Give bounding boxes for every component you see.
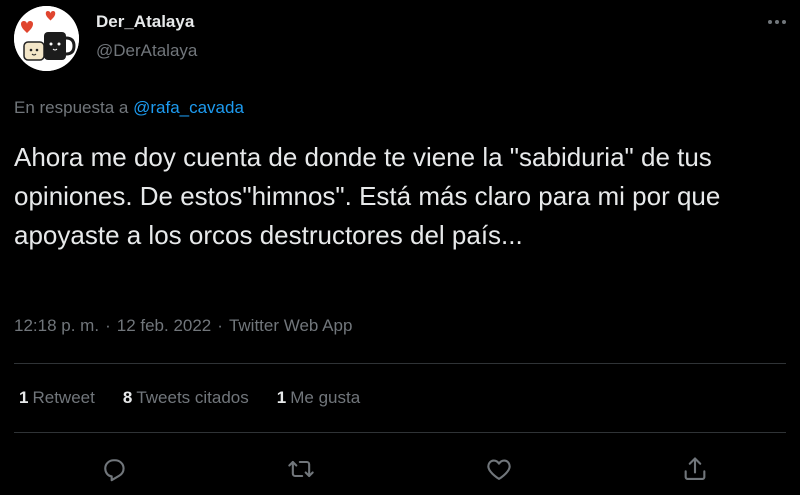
reply-context: En respuesta a @rafa_cavada [14,98,244,118]
retweets-count: 1 [19,388,29,407]
tweet-time[interactable]: 12:18 p. m. [14,316,99,335]
quotes-label: Tweets citados [136,388,249,407]
user-handle[interactable]: @DerAtalaya [96,41,197,61]
action-bar [0,455,800,485]
likes-stat[interactable]: 1 Me gusta [277,388,360,408]
tweet-text: Ahora me doy cuenta de donde te viene la… [14,142,721,250]
tweet-source[interactable]: Twitter Web App [229,316,352,335]
heart-icon [487,459,511,480]
likes-label: Me gusta [290,388,361,407]
more-icon[interactable] [764,12,790,32]
reply-button[interactable] [100,455,128,483]
tweet-card: Der_Atalaya @DerAtalaya En respuesta a @… [0,0,800,495]
retweets-stat[interactable]: 1 Retweet [19,388,95,408]
meta-separator: · [217,316,223,335]
like-button[interactable] [485,455,513,483]
reply-mention-link[interactable]: @rafa_cavada [133,98,244,117]
tweet-date[interactable]: 12 feb. 2022 [117,316,212,335]
reply-icon [104,459,125,482]
tweet-metadata: 12:18 p. m. · 12 feb. 2022 · Twitter Web App [14,316,352,336]
divider [14,363,786,364]
divider [14,432,786,433]
retweet-icon [288,460,314,478]
tweet-stats: 1 Retweet 8 Tweets citados 1 Me gusta [19,388,360,408]
meta-separator: · [105,316,111,335]
quotes-stat[interactable]: 8 Tweets citados [123,388,249,408]
retweets-label: Retweet [32,388,95,407]
quotes-count: 8 [122,388,133,407]
retweet-button[interactable] [287,455,315,483]
display-name[interactable]: Der_Atalaya [96,12,194,32]
share-icon [684,457,706,480]
avatar-image [14,6,79,71]
reply-prefix: En respuesta a [14,98,129,117]
share-button[interactable] [681,455,709,483]
likes-count: 1 [276,388,287,407]
avatar[interactable] [14,6,79,71]
